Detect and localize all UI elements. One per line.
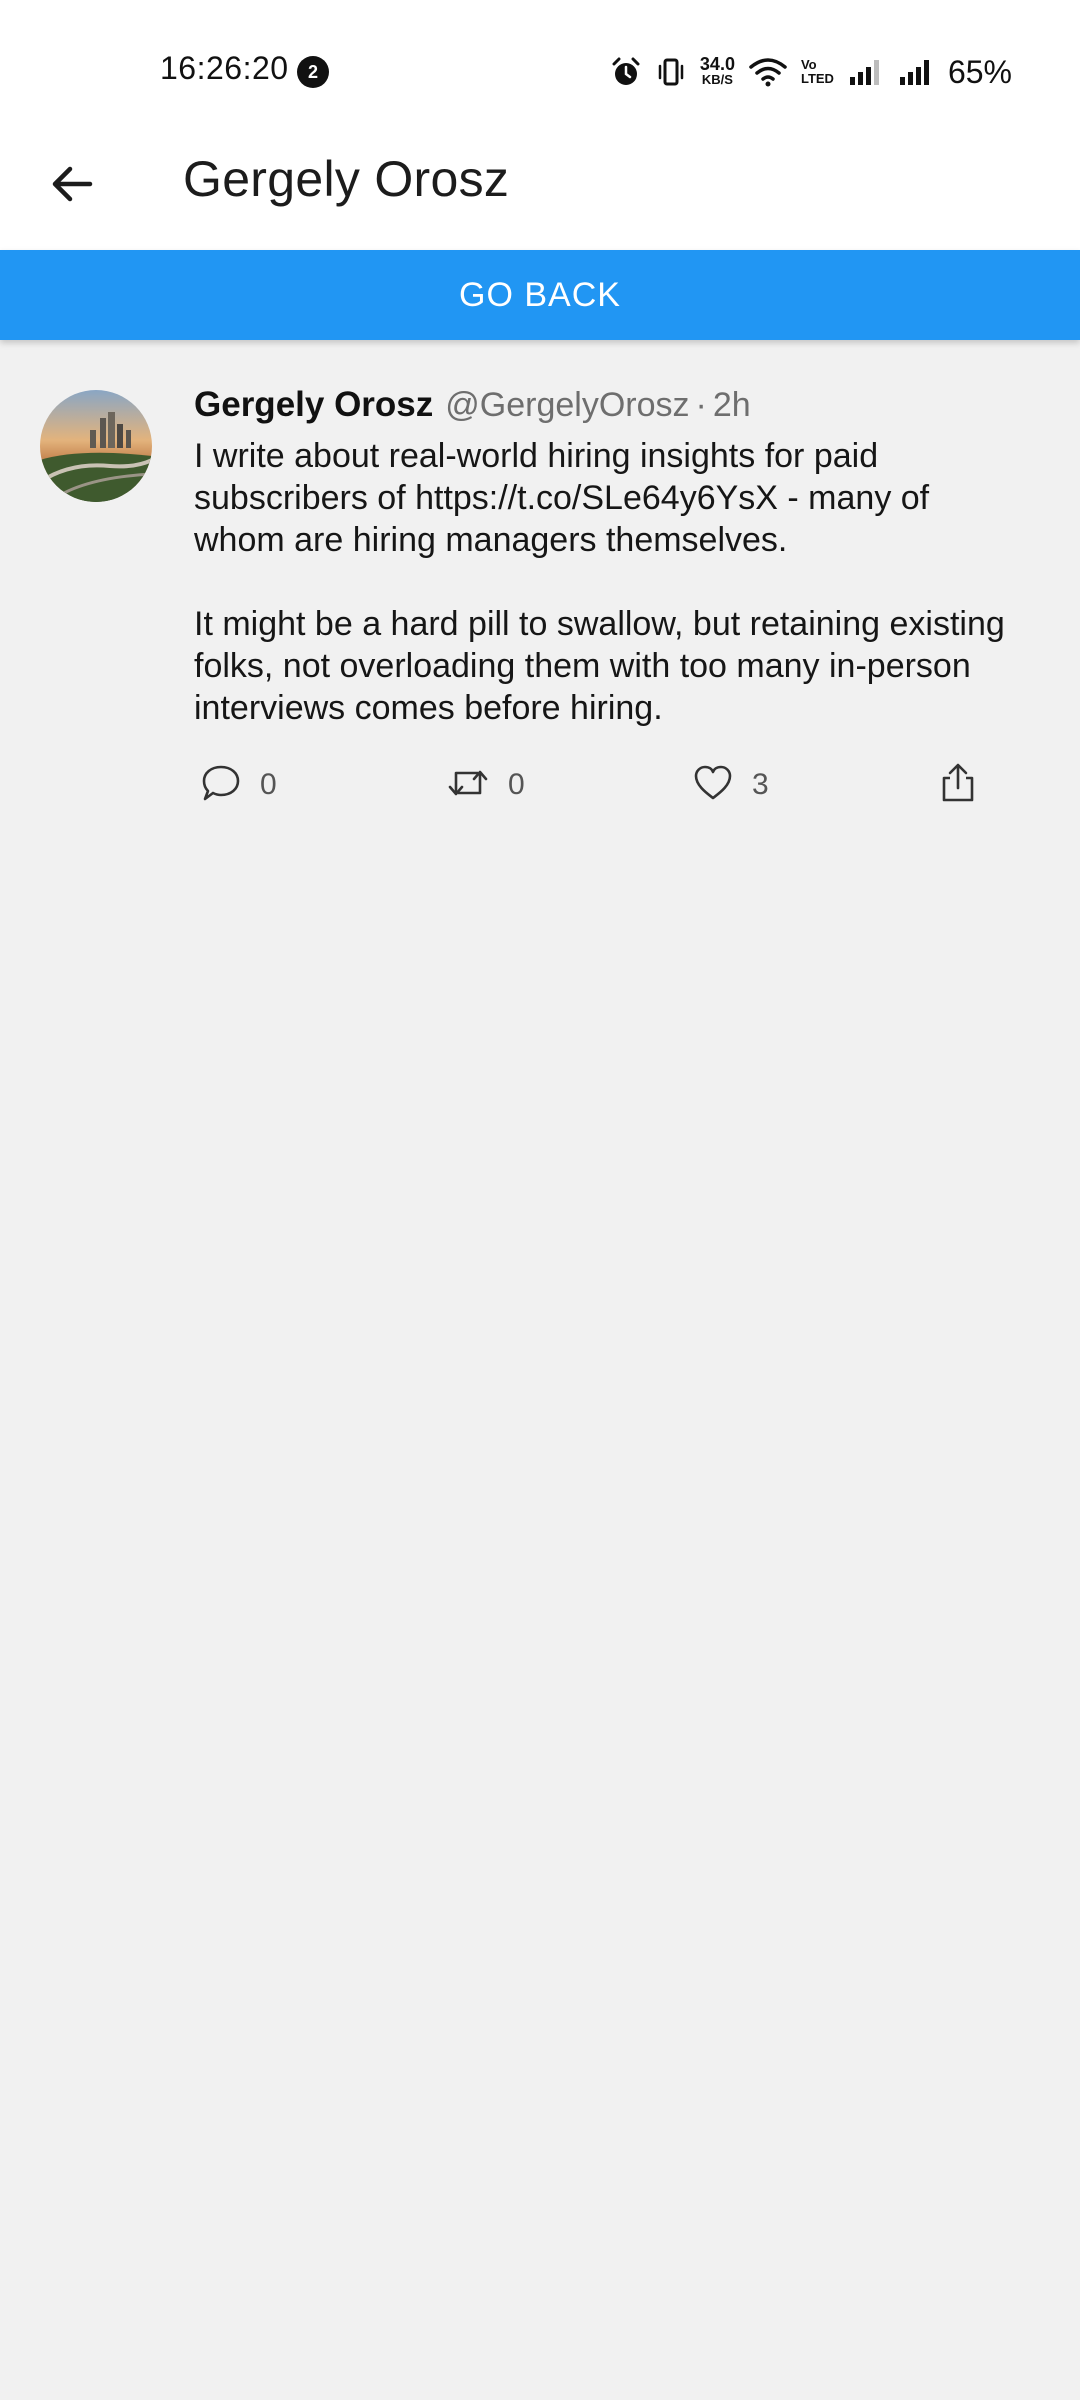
reply-count: 0 xyxy=(260,768,277,801)
tweet-actions: 0 0 3 xyxy=(194,760,994,810)
volte-bottom-label: LTED xyxy=(800,71,834,86)
network-speed: 34.0 KB/S xyxy=(699,54,735,88)
network-speed-unit: KB/S xyxy=(701,72,733,87)
arrow-left-icon xyxy=(50,162,94,211)
comment-icon xyxy=(200,763,242,808)
tweet-body: Gergely Orosz @GergelyOrosz · 2h I write… xyxy=(194,385,1024,729)
page-title: Gergely Orosz xyxy=(183,151,510,207)
back-button[interactable] xyxy=(40,154,104,218)
tweet-paragraph-2: It might be a hard pill to swallow, but … xyxy=(194,605,1005,727)
retweet-icon xyxy=(446,763,490,808)
like-button[interactable]: 3 xyxy=(692,760,769,810)
author-name[interactable]: Gergely Orosz xyxy=(194,385,433,425)
tweet-card[interactable]: Gergely Orosz @GergelyOrosz · 2h I write… xyxy=(0,340,1080,840)
status-icons: 34.0 KB/S Vo LTED 65% xyxy=(610,52,1012,92)
heart-icon xyxy=(692,763,734,808)
avatar[interactable] xyxy=(40,390,152,502)
wifi-icon xyxy=(749,57,787,87)
tweet-paragraph-1: I write about real-world hiring insights… xyxy=(194,437,930,559)
tweet-time: 2h xyxy=(712,386,751,424)
volte-indicator: Vo LTED xyxy=(801,58,834,86)
battery-percentage: 65% xyxy=(947,53,1012,90)
app-header: Gergely Orosz xyxy=(0,140,1080,250)
author-handle[interactable]: @GergelyOrosz xyxy=(445,386,689,425)
tweet-header: Gergely Orosz @GergelyOrosz · 2h xyxy=(194,385,1024,425)
separator-dot: · xyxy=(695,386,707,424)
signal-icon-sim2 xyxy=(898,57,934,87)
vibrate-icon xyxy=(656,56,686,88)
go-back-button[interactable]: GO BACK xyxy=(0,250,1080,340)
retweet-count: 0 xyxy=(508,768,525,801)
volte-top-label: Vo xyxy=(800,57,817,72)
signal-icon-sim1 xyxy=(848,57,884,87)
share-icon xyxy=(938,762,978,809)
share-button[interactable] xyxy=(938,760,978,810)
network-speed-value: 34.0 xyxy=(699,54,735,74)
notification-count-badge: 2 xyxy=(297,56,329,88)
retweet-button[interactable]: 0 xyxy=(446,760,525,810)
reply-button[interactable]: 0 xyxy=(200,760,277,810)
status-bar: 16:26:20 2 34.0 KB/S Vo LTED 65% xyxy=(0,0,1080,140)
tweet-text: I write about real-world hiring insights… xyxy=(194,435,1024,729)
like-count: 3 xyxy=(752,768,769,801)
alarm-icon xyxy=(610,56,642,88)
status-time: 16:26:20 xyxy=(160,50,289,86)
